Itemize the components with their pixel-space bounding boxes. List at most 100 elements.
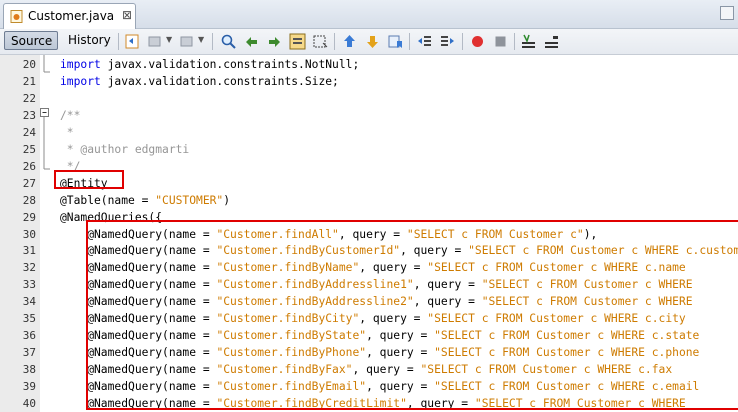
code-token: "Customer.findByCreditLimit" <box>216 397 407 410</box>
uncomment-icon[interactable] <box>543 33 560 50</box>
line-number: 25 <box>22 142 36 156</box>
history-button[interactable]: History <box>62 31 114 50</box>
code-token: , query = <box>359 261 428 275</box>
code-token: , query = <box>352 363 421 377</box>
source-button[interactable]: Source <box>4 31 58 50</box>
next-bookmark-icon[interactable] <box>364 33 381 50</box>
comment-icon[interactable] <box>520 33 537 50</box>
code-token: "Customer.findByState" <box>216 329 367 343</box>
code-token: "SELECT c FROM Customer c WHERE c.state <box>434 329 700 343</box>
code-text: /** <box>60 107 80 124</box>
code-line[interactable]: 35 @NamedQuery(name = "Customer.findByCi… <box>0 310 738 327</box>
code-token: * @author edgmarti <box>60 142 190 156</box>
code-text: @Table(name = "CUSTOMER") <box>60 192 230 209</box>
code-token: @NamedQuery(name = <box>60 397 217 410</box>
last-edit-icon[interactable] <box>124 33 141 50</box>
code-text: @NamedQuery(name = "Customer.findByEmail… <box>60 378 699 395</box>
line-number: 20 <box>22 58 36 71</box>
code-line[interactable]: 24 * <box>0 124 738 141</box>
line-number: 22 <box>22 91 36 105</box>
code-line[interactable]: 28 @Table(name = "CUSTOMER") <box>0 192 738 209</box>
code-line[interactable]: 23 /** <box>0 107 738 124</box>
toolbar-separator <box>118 33 119 50</box>
code-line[interactable]: 31 @NamedQuery(name = "Customer.findByCu… <box>0 242 738 259</box>
line-number: 40 <box>22 397 36 410</box>
code-text: @NamedQuery(name = "Customer.findByPhone… <box>60 344 699 361</box>
code-token: "SELECT c FROM Customer c WHERE c.phone <box>434 346 700 360</box>
find-previous-icon[interactable] <box>243 33 260 50</box>
start-macro-icon[interactable] <box>469 33 486 50</box>
code-token: "SELECT c FROM Customer c WHERE <box>474 397 686 410</box>
code-token: "CUSTOMER" <box>155 193 224 207</box>
code-token: "Customer.findByEmail" <box>216 380 367 394</box>
code-token: "SELECT c FROM Customer c WHERE c.custom… <box>468 244 738 258</box>
editor-tab-bar: Customer.java ⊠ <box>0 0 738 29</box>
code-text: * <box>60 124 74 141</box>
toolbar-separator <box>409 33 410 50</box>
code-line[interactable]: 40 @NamedQuery(name = "Customer.findByCr… <box>0 395 738 412</box>
toggle-bookmark-icon[interactable] <box>387 33 404 50</box>
code-token: , query = <box>366 329 435 343</box>
code-token: , query = <box>413 295 482 309</box>
code-line[interactable]: 26 */ <box>0 158 738 175</box>
code-line[interactable]: 32 @NamedQuery(name = "Customer.findByNa… <box>0 259 738 276</box>
close-icon[interactable]: ⊠ <box>122 8 132 22</box>
code-token: * <box>60 125 74 139</box>
find-selection-icon[interactable] <box>220 33 237 50</box>
code-line[interactable]: 27 @Entity <box>0 175 738 192</box>
code-token: @Table(name = <box>60 193 156 207</box>
line-number: 36 <box>22 329 36 343</box>
code-token: , query = <box>413 278 482 292</box>
code-token: @NamedQuery(name = <box>60 363 217 377</box>
code-text: import javax.validation.constraints.Size… <box>60 73 339 90</box>
code-token: ) <box>223 193 231 207</box>
java-file-icon <box>10 10 23 23</box>
code-token: @NamedQuery(name = <box>60 278 217 292</box>
code-line[interactable]: 39 @NamedQuery(name = "Customer.findByEm… <box>0 378 738 395</box>
code-token: @NamedQuery(name = <box>60 346 217 360</box>
toggle-rectangular-selection-icon[interactable] <box>312 33 329 50</box>
shift-left-icon[interactable] <box>416 33 433 50</box>
code-text: @NamedQueries({ <box>60 209 162 226</box>
code-line[interactable]: 30 @NamedQuery(name = "Customer.findAll"… <box>0 226 738 243</box>
editor-toolbar: Source History ▼ ▼ <box>0 29 738 55</box>
code-token: @NamedQuery(name = <box>60 227 217 241</box>
code-line[interactable]: 37 @NamedQuery(name = "Customer.findByPh… <box>0 344 738 361</box>
toolbar-separator <box>462 33 463 50</box>
code-text: @NamedQuery(name = "Customer.findAll", q… <box>60 226 597 243</box>
find-next-icon[interactable] <box>266 33 283 50</box>
shift-right-icon[interactable] <box>439 33 456 50</box>
line-number: 24 <box>22 125 36 139</box>
stop-macro-icon[interactable] <box>492 33 509 50</box>
code-line[interactable]: 25 * @author edgmarti <box>0 141 738 158</box>
code-line[interactable]: 21 import javax.validation.constraints.Si… <box>0 73 738 90</box>
code-line[interactable]: 36 @NamedQuery(name = "Customer.findBySt… <box>0 327 738 344</box>
code-token: @NamedQuery(name = <box>60 261 217 275</box>
code-text: */ <box>60 158 81 175</box>
chevron-down-icon[interactable]: ▼ <box>166 35 172 44</box>
chevron-down-icon[interactable]: ▼ <box>198 35 204 44</box>
restore-window-icon[interactable] <box>720 6 734 20</box>
tab-customer-java[interactable]: Customer.java ⊠ <box>3 3 136 29</box>
previous-bookmark-icon[interactable] <box>341 33 358 50</box>
line-number: 29 <box>22 210 36 224</box>
toolbar-separator <box>212 33 213 50</box>
code-line[interactable]: 29 @NamedQueries({ <box>0 209 738 226</box>
code-text: @NamedQuery(name = "Customer.findByFax",… <box>60 361 672 378</box>
toggle-highlight-icon[interactable] <box>289 33 306 50</box>
back-icon[interactable] <box>146 33 163 50</box>
code-line[interactable]: 34 @NamedQuery(name = "Customer.findByAd… <box>0 293 738 310</box>
toolbar-separator <box>334 33 335 50</box>
code-line[interactable]: 38 @NamedQuery(name = "Customer.findByFa… <box>0 361 738 378</box>
code-token: , query = <box>400 244 469 258</box>
code-line[interactable]: 33 @NamedQuery(name = "Customer.findByAd… <box>0 276 738 293</box>
code-token: /** <box>60 108 81 122</box>
code-token: "SELECT c FROM Customer c WHERE c.fax <box>420 363 673 377</box>
code-token: "SELECT c FROM Customer c WHERE <box>481 278 693 292</box>
code-line[interactable]: 20 import javax.validation.constraints.No… <box>0 56 738 73</box>
code-editor[interactable]: 20 import javax.validation.constraints.No… <box>0 55 738 412</box>
forward-icon[interactable] <box>178 33 195 50</box>
line-number: 33 <box>22 278 36 292</box>
code-line[interactable]: 22 <box>0 90 738 107</box>
line-number: 30 <box>22 227 36 241</box>
